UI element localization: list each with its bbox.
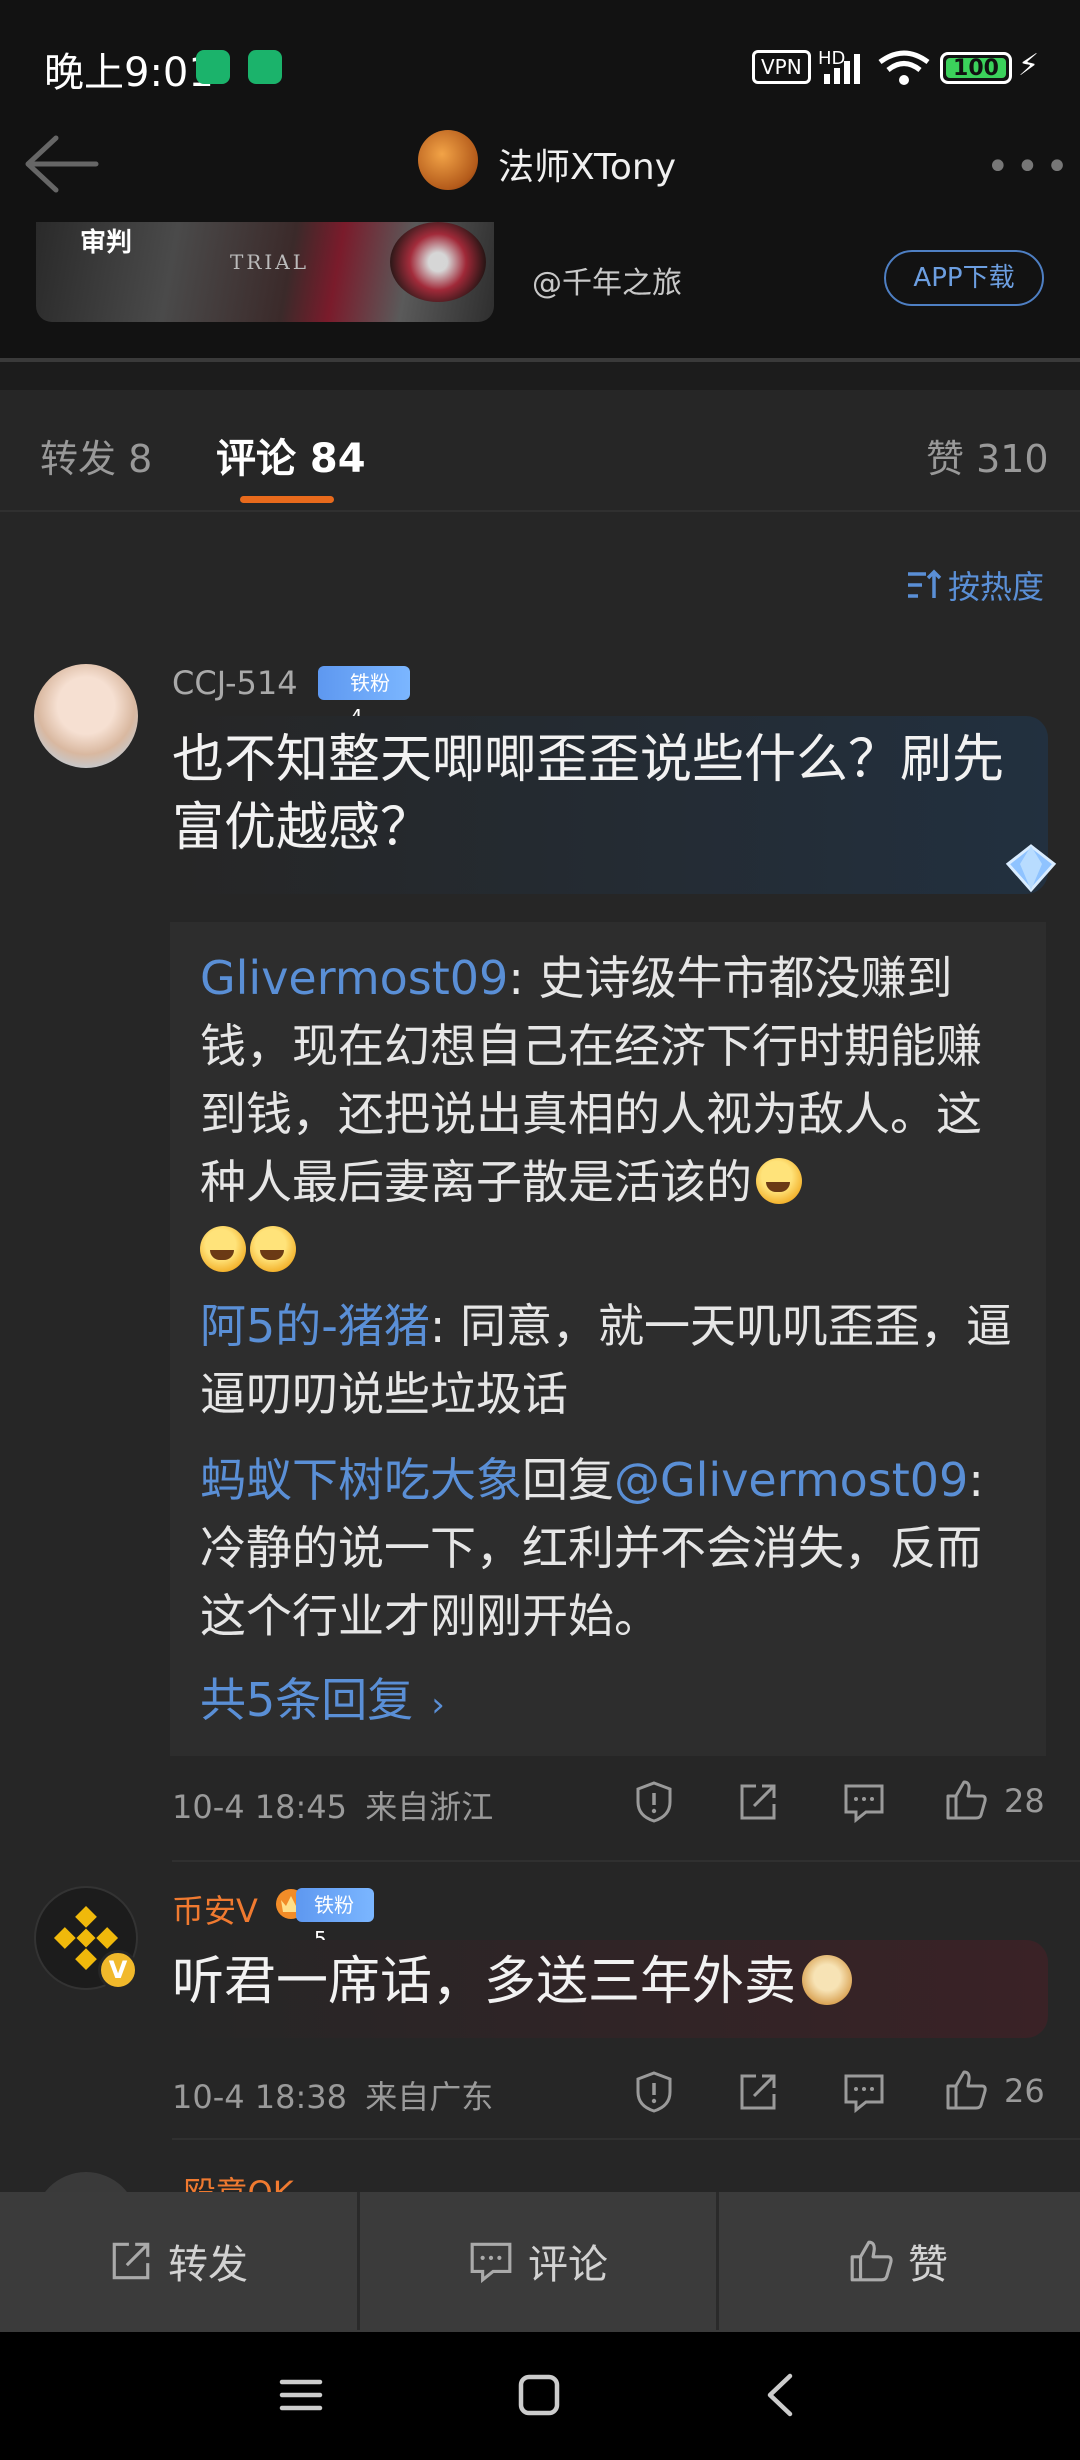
reply-comment-icon[interactable]	[842, 1780, 886, 1824]
comment-text[interactable]: 听君一席话，多送三年外卖	[172, 1948, 853, 2016]
like-button[interactable]: 赞	[720, 2192, 1076, 2330]
shield-icon	[196, 50, 230, 84]
comment-text[interactable]: 也不知整天唧唧歪歪说些什么？刷先富优越感？	[172, 726, 1032, 862]
thumbs-up-icon[interactable]	[944, 2068, 988, 2112]
thumbnail-seal	[390, 222, 486, 302]
share-icon[interactable]	[736, 2070, 780, 2114]
section-divider	[0, 358, 1080, 390]
report-icon[interactable]	[632, 2070, 676, 2114]
author-avatar[interactable]	[418, 130, 478, 190]
reply-text: 冷静的说一下，红利并不会消失，反而这个行业才刚刚开始。	[200, 1521, 982, 1643]
comment-time: 10-4 18:38	[172, 2078, 348, 2116]
battery-level: 100	[946, 58, 1006, 80]
share-icon	[112, 2242, 150, 2280]
more-options-icon[interactable]: •••	[986, 144, 1075, 190]
repost-button[interactable]: 转发	[0, 2192, 356, 2330]
comment-meta: 10-4 18:38 来自广东	[172, 2072, 493, 2118]
commenter-name[interactable]: CCJ-514	[172, 664, 298, 702]
page-title[interactable]: 法师XTony	[498, 138, 676, 190]
sort-icon[interactable]	[906, 568, 942, 602]
comment-divider	[172, 2138, 1080, 2140]
reply-author[interactable]: 阿5的-猪猪	[200, 1299, 430, 1353]
status-time: 晚上9:01	[44, 50, 214, 96]
comment-time: 10-4 18:45	[172, 1788, 348, 1826]
share-icon[interactable]	[736, 1780, 780, 1824]
thumbnail-text: TRIAL	[230, 250, 310, 274]
chevron-right-icon: ›	[431, 1685, 445, 1725]
reply-separator: :	[508, 951, 539, 1005]
like-label: 赞	[908, 2242, 948, 2288]
reply-separator: :	[429, 1299, 460, 1353]
commenter-name[interactable]: 币安V	[172, 1886, 258, 1932]
tab-active-indicator	[240, 496, 334, 503]
thumbs-up-icon	[850, 2240, 893, 2282]
view-all-replies-link[interactable]: 共5条回复 ›	[200, 1664, 445, 1730]
app-notification-icon	[248, 50, 282, 84]
comment-meta: 10-4 18:45 来自浙江	[172, 1782, 493, 1828]
menu-icon[interactable]	[278, 2372, 324, 2418]
tab-repost[interactable]: 转发 8	[40, 428, 152, 483]
comment-button[interactable]: 评论	[360, 2192, 716, 2330]
tab-comment[interactable]: 评论 84	[216, 426, 366, 484]
card-account[interactable]: @千年之旅	[532, 258, 682, 302]
crying-emoji-icon	[250, 1226, 296, 1272]
home-icon[interactable]	[516, 2372, 562, 2418]
thumbnail-mark: 审判	[80, 228, 133, 258]
crying-emoji-icon	[200, 1226, 246, 1272]
comment-icon	[470, 2242, 512, 2284]
crying-emoji-icon	[756, 1158, 802, 1204]
reply-word: 回复	[522, 1453, 614, 1507]
reply-item[interactable]: 蚂蚁下树吃大象回复@Glivermost09: 冷静的说一下，红利并不会消失，反…	[200, 1446, 1020, 1650]
comment-location: 来自广东	[365, 2078, 494, 2116]
comment-text-content: 听君一席话，多送三年外卖	[172, 1952, 797, 2012]
report-icon[interactable]	[632, 1780, 676, 1824]
bottom-bar-divider	[716, 2192, 719, 2330]
comment-label: 评论	[528, 2242, 608, 2288]
fan-badge: 铁粉4	[318, 666, 410, 729]
like-count: 26	[1004, 2072, 1045, 2110]
back-arrow-icon[interactable]	[22, 134, 102, 194]
reply-author[interactable]: 蚂蚁下树吃大象	[200, 1453, 522, 1507]
reply-item[interactable]: 阿5的-猪猪: 同意，就一天叽叽歪歪，逼逼叨叨说些垃圾话	[200, 1292, 1020, 1428]
view-all-replies-label[interactable]: 共5条回复	[200, 1673, 413, 1727]
battery-icon: 100	[940, 52, 1012, 84]
commenter-avatar[interactable]	[34, 664, 138, 768]
fan-badge: 铁粉5	[296, 1888, 374, 1951]
vpn-icon: VPN	[752, 50, 811, 84]
tab-like[interactable]: 赞 310	[926, 428, 1049, 483]
charging-icon: ⚡	[1018, 48, 1040, 83]
comment-divider	[172, 1860, 1080, 1862]
reply-separator: :	[968, 1453, 984, 1507]
signal-icon	[824, 54, 860, 84]
app-download-button[interactable]: APP下载	[884, 250, 1044, 306]
reply-author[interactable]: Glivermost09	[200, 951, 508, 1005]
verified-icon: V	[98, 1950, 138, 1990]
like-count: 28	[1004, 1782, 1045, 1820]
doge-emoji-icon	[802, 1955, 853, 2005]
comment-location: 来自浙江	[365, 1788, 494, 1826]
thumbs-up-icon[interactable]	[944, 1778, 988, 1822]
repost-label: 转发	[168, 2242, 248, 2288]
reply-comment-icon[interactable]	[842, 2070, 886, 2114]
tabs-divider	[0, 510, 1080, 512]
reply-mention[interactable]: @Glivermost09	[614, 1453, 968, 1507]
system-back-icon[interactable]	[758, 2372, 804, 2418]
reply-item[interactable]: Glivermost09: 史诗级牛市都没赚到钱，现在幻想自己在经济下行时期能赚…	[200, 944, 1020, 1284]
sort-by-popularity-button[interactable]: 按热度	[948, 562, 1044, 608]
wifi-icon	[878, 50, 930, 85]
diamond-icon	[1005, 844, 1057, 893]
